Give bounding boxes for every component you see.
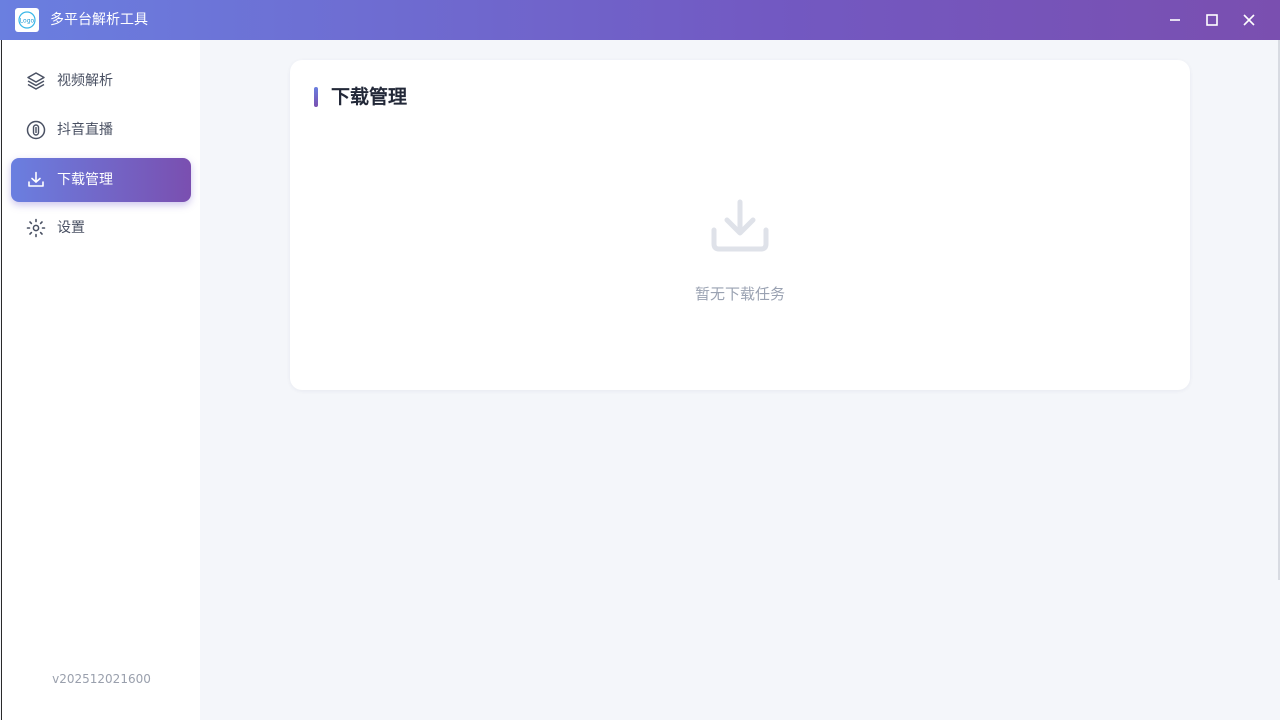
sidebar-item-douyin-live[interactable]: 抖音直播 [11, 108, 191, 152]
sidebar-item-settings[interactable]: 设置 [11, 206, 191, 250]
page-title: 下载管理 [331, 86, 408, 108]
close-button[interactable] [1234, 5, 1264, 35]
sidebar-item-video-parse[interactable]: 视频解析 [11, 59, 191, 103]
version-label: v202512021600 [52, 672, 151, 686]
sidebar-item-download-manager[interactable]: 下载管理 [11, 158, 191, 202]
sidebar-item-label: 下载管理 [57, 172, 113, 188]
minimize-icon [1170, 19, 1180, 21]
close-icon [1243, 14, 1255, 26]
logo-icon: Logo [18, 11, 36, 29]
app-window: Logo 多平台解析工具 视频解析 抖音直播 下载管理 设置 v20251202… [0, 0, 1280, 720]
app-logo: Logo [15, 8, 39, 32]
layers-icon [27, 72, 45, 90]
settings-icon [26, 218, 46, 238]
download-icon [28, 171, 44, 187]
title-bar[interactable]: Logo 多平台解析工具 [0, 0, 1280, 40]
main-content: 下载管理 暂无下载任务 [200, 40, 1280, 720]
maximize-button[interactable] [1197, 5, 1227, 35]
live-icon [26, 120, 46, 140]
title-accent-bar [314, 87, 318, 107]
sidebar-item-label: 设置 [57, 220, 85, 236]
sidebar-item-label: 视频解析 [57, 73, 113, 89]
download-manager-card: 下载管理 暂无下载任务 [290, 60, 1190, 390]
maximize-icon [1206, 14, 1218, 26]
empty-state-text: 暂无下载任务 [694, 285, 785, 303]
download-tray-icon [711, 199, 769, 252]
sidebar-item-label: 抖音直播 [57, 122, 113, 138]
minimize-button[interactable] [1160, 5, 1190, 35]
sidebar: 视频解析 抖音直播 下载管理 设置 v202512021600 [1, 40, 200, 720]
svg-text:Logo: Logo [20, 18, 35, 25]
window-title: 多平台解析工具 [50, 12, 148, 28]
